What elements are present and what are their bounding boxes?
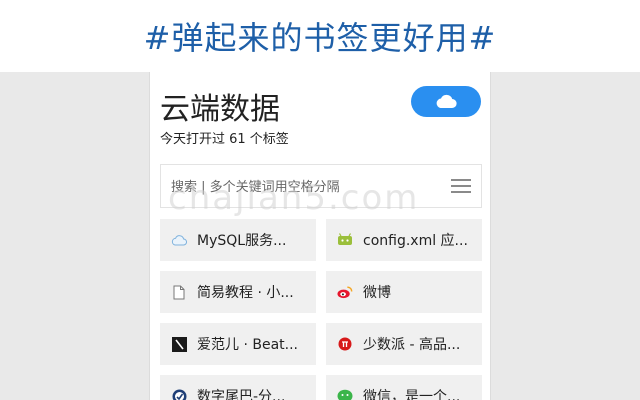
ifanr-icon xyxy=(171,336,187,352)
bookmark-tile[interactable]: 微博 xyxy=(326,271,482,313)
wechat-icon xyxy=(337,388,353,400)
weibo-icon xyxy=(337,284,353,300)
search-box xyxy=(160,164,482,208)
bookmark-tile[interactable]: 简易教程 · 小... xyxy=(160,271,316,313)
cloud-icon xyxy=(436,94,457,109)
bookmark-tile[interactable]: 少数派 - 高品... xyxy=(326,323,482,365)
bookmark-popup: 云端数据 今天打开过 61 个标签 MySQL服务... config.xml … xyxy=(149,72,491,400)
bookmark-tile[interactable]: 爱范儿 · Beat... xyxy=(160,323,316,365)
dgtle-icon xyxy=(171,388,187,400)
banner-text: #弹起来的书签更好用# xyxy=(143,19,497,57)
bookmark-tile[interactable]: config.xml 应... xyxy=(326,219,482,261)
android-icon xyxy=(337,232,353,248)
bookmark-label: config.xml 应... xyxy=(363,233,468,249)
bookmark-label: 数字尾巴-分... xyxy=(197,389,286,400)
sspai-icon xyxy=(337,336,353,352)
cloud-outline-icon xyxy=(171,232,187,248)
menu-icon[interactable] xyxy=(451,179,471,193)
opened-tabs-count: 今天打开过 61 个标签 xyxy=(160,132,289,147)
bookmark-tile[interactable]: MySQL服务... xyxy=(160,219,316,261)
bookmark-label: 微博 xyxy=(363,285,391,301)
promo-banner: #弹起来的书签更好用# xyxy=(0,0,640,72)
bookmark-label: 少数派 - 高品... xyxy=(363,337,461,353)
cloud-sync-button[interactable] xyxy=(411,86,481,117)
search-input[interactable] xyxy=(171,177,441,197)
bookmark-tile[interactable]: 数字尾巴-分... xyxy=(160,375,316,400)
bookmark-label: 简易教程 · 小... xyxy=(197,285,294,301)
bookmark-label: 爱范儿 · Beat... xyxy=(197,337,298,353)
popup-title: 云端数据 xyxy=(160,92,280,127)
document-icon xyxy=(171,284,187,300)
bookmark-label: 微信，是一个... xyxy=(363,389,461,400)
bookmark-tile[interactable]: 微信，是一个... xyxy=(326,375,482,400)
bookmark-label: MySQL服务... xyxy=(197,233,287,249)
